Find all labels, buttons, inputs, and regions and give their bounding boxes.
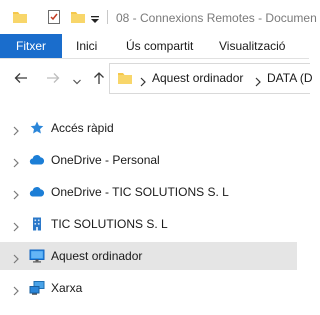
tree-item-tic-solutions[interactable]: TIC SOLUTIONS S. L: [0, 210, 297, 238]
chevron-right-icon[interactable]: [11, 283, 21, 296]
folder-icon: [117, 70, 133, 91]
tree-item-label: TIC SOLUTIONS S. L: [51, 217, 168, 231]
star-icon: [29, 120, 45, 136]
window-title: 08 - Connexions Remotes - Documen: [116, 11, 317, 25]
recent-locations-chevron-icon[interactable]: [72, 74, 82, 85]
tab-share[interactable]: Ús compartit: [126, 34, 193, 58]
forward-arrow-icon[interactable]: [45, 70, 61, 86]
computer-icon: [29, 248, 45, 264]
scrollbar[interactable]: [297, 97, 309, 315]
up-arrow-icon[interactable]: [91, 70, 107, 86]
cloud-icon: [29, 184, 45, 200]
chevron-right-icon[interactable]: [11, 155, 21, 168]
tree-item-this-pc[interactable]: Aquest ordinador: [0, 242, 297, 270]
chevron-right-icon[interactable]: [11, 219, 21, 232]
new-folder-icon[interactable]: [70, 9, 86, 30]
network-icon: [29, 280, 45, 296]
tree-item-label: OneDrive - TIC SOLUTIONS S. L: [51, 185, 229, 199]
tree-item-label: Aquest ordinador: [51, 249, 143, 263]
breadcrumb-separator-icon[interactable]: [254, 74, 262, 92]
tree-item-onedrive-tic-solutions[interactable]: OneDrive - TIC SOLUTIONS S. L: [0, 178, 297, 206]
tab-view[interactable]: Visualització: [219, 34, 285, 58]
chevron-right-icon[interactable]: [11, 251, 21, 264]
properties-icon[interactable]: [46, 9, 62, 30]
tree-item-label: Xarxa: [51, 281, 83, 295]
customize-toolbar-icon[interactable]: [90, 12, 100, 30]
title-bar: 08 - Connexions Remotes - Documen: [0, 0, 317, 34]
folder-icon[interactable]: [12, 9, 28, 30]
ribbon-tabs: Fitxer Inici Ús compartit Visualització: [0, 34, 309, 59]
breadcrumb-this-pc[interactable]: Aquest ordinador: [152, 71, 243, 85]
tab-file[interactable]: Fitxer: [0, 34, 62, 58]
tree-item-quick-access[interactable]: Accés ràpid: [0, 114, 297, 142]
cloud-icon: [29, 152, 45, 168]
chevron-right-icon[interactable]: [11, 123, 21, 136]
breadcrumb-data-drive[interactable]: DATA (D: [267, 71, 313, 85]
breadcrumb-separator-icon[interactable]: [139, 74, 147, 92]
tree-item-network[interactable]: Xarxa: [0, 274, 297, 302]
chevron-right-icon[interactable]: [11, 187, 21, 200]
toolbar-separator: [107, 10, 108, 24]
tree-item-onedrive-personal[interactable]: OneDrive - Personal: [0, 146, 297, 174]
building-icon: [29, 216, 45, 232]
tab-home[interactable]: Inici: [76, 34, 97, 58]
back-arrow-icon[interactable]: [13, 70, 29, 86]
tree-item-label: Accés ràpid: [51, 121, 114, 135]
tree-item-label: OneDrive - Personal: [51, 153, 160, 167]
address-bar[interactable]: Aquest ordinador DATA (D: [109, 63, 313, 94]
